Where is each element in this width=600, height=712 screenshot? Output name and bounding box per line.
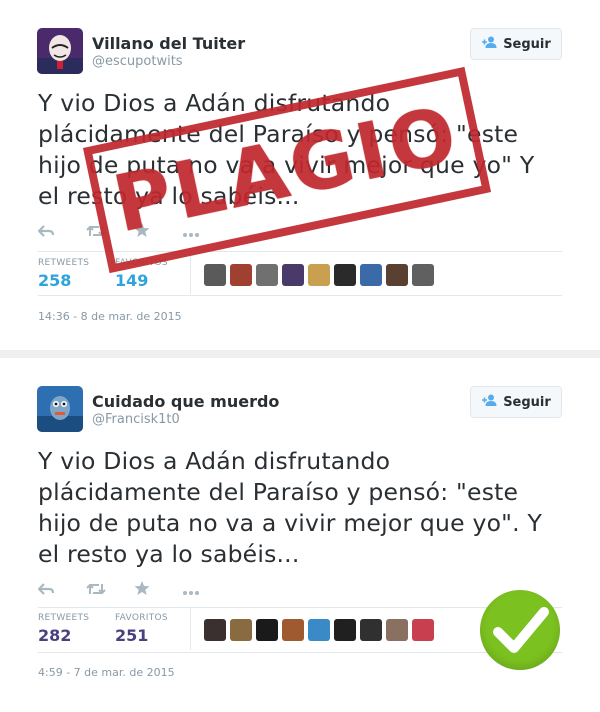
retweets-label: RETWEETS	[38, 613, 90, 623]
tweet-timestamp[interactable]: 4:59 - 7 de mar. de 2015	[38, 666, 175, 679]
divider	[190, 252, 191, 294]
retweets-label: RETWEETS	[38, 258, 90, 268]
avatar[interactable]	[256, 264, 278, 286]
user-name[interactable]: Villano del Tuiter	[92, 34, 245, 53]
favorite-icon[interactable]	[134, 580, 150, 600]
follow-label: Seguir	[503, 394, 551, 410]
avatar[interactable]	[204, 264, 226, 286]
retweets-stat[interactable]: RETWEETS 258	[38, 258, 89, 290]
retweets-stat[interactable]: RETWEETS 282	[38, 613, 89, 645]
avatar[interactable]	[334, 619, 356, 641]
follow-label: Seguir	[503, 36, 551, 52]
user-handle[interactable]: @escupotwits	[92, 54, 183, 69]
avatar[interactable]	[204, 619, 226, 641]
divider	[38, 295, 562, 296]
retweets-count: 282	[38, 626, 72, 645]
avatar[interactable]	[282, 264, 304, 286]
avatar[interactable]	[308, 619, 330, 641]
tweet-actions	[37, 578, 230, 602]
add-user-icon	[481, 36, 497, 52]
avatar[interactable]	[412, 619, 434, 641]
user-name[interactable]: Cuidado que muerdo	[92, 392, 279, 411]
more-icon[interactable]	[182, 581, 200, 600]
avatar[interactable]	[360, 264, 382, 286]
tweet-text: Y vio Dios a Adán disfrutando plácidamen…	[38, 447, 543, 568]
follow-button[interactable]: Seguir	[470, 28, 562, 60]
avatar[interactable]	[386, 619, 408, 641]
avatar[interactable]	[412, 264, 434, 286]
favoriters-list	[204, 619, 434, 641]
avatar[interactable]	[386, 264, 408, 286]
avatar[interactable]	[230, 264, 252, 286]
favorites-label: FAVORITOS	[115, 613, 168, 623]
avatar[interactable]	[37, 386, 83, 432]
divider	[190, 608, 191, 650]
checkmark-badge	[480, 590, 560, 670]
favoriters-list	[204, 264, 434, 286]
user-handle[interactable]: @Francisk1t0	[92, 412, 180, 427]
avatar[interactable]	[360, 619, 382, 641]
avatar[interactable]	[282, 619, 304, 641]
avatar[interactable]	[37, 28, 83, 74]
favorites-stat[interactable]: FAVORITOS 251	[115, 613, 168, 645]
retweets-count: 258	[38, 271, 72, 290]
tweet-card: Villano del Tuiter @escupotwits Seguir Y…	[0, 0, 600, 350]
checkmark-icon	[480, 607, 560, 674]
retweet-icon[interactable]	[86, 581, 106, 600]
reply-icon[interactable]	[37, 223, 55, 242]
avatar[interactable]	[308, 264, 330, 286]
avatar[interactable]	[334, 264, 356, 286]
add-user-icon	[481, 394, 497, 410]
avatar[interactable]	[230, 619, 252, 641]
reply-icon[interactable]	[37, 581, 55, 600]
tweet-timestamp[interactable]: 14:36 - 8 de mar. de 2015	[38, 310, 182, 323]
follow-button[interactable]: Seguir	[470, 386, 562, 418]
favorites-count: 149	[115, 271, 149, 290]
separator	[0, 350, 600, 358]
avatar[interactable]	[256, 619, 278, 641]
favorites-count: 251	[115, 626, 149, 645]
